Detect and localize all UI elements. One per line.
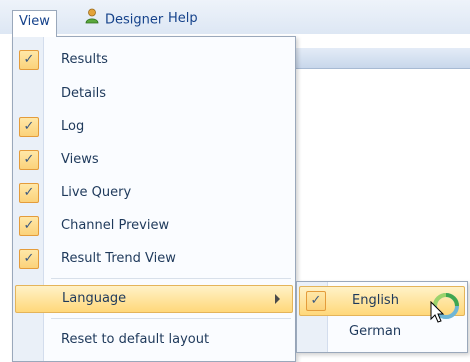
menu-item-label: Reset to default layout [61,332,210,347]
menu-item-views[interactable]: ✓ Views [13,147,295,173]
submenu-arrow-icon [275,294,280,304]
menu-separator [51,318,291,319]
panel-header [281,48,470,69]
submenu-item-label: English [352,293,399,308]
checkmark-icon: ✓ [19,117,39,137]
checkmark-icon: ✓ [19,183,39,203]
menu-item-details[interactable]: Details [13,81,295,107]
view-menu-dropdown: ✓ Results Details ✓ Log ✓ Views ✓ Live Q… [12,36,296,362]
menu-item-label: Live Query [61,185,132,200]
checkmark-icon: ✓ [19,249,39,269]
menu-item-label: Views [61,152,99,167]
menu-help-label: Help [168,11,198,26]
menu-item-reset-layout[interactable]: Reset to default layout [13,327,295,353]
menu-designer-label: Designer [105,12,164,28]
mouse-cursor-icon [430,300,446,329]
menu-item-label: Details [61,86,107,101]
menu-item-label: Channel Preview [61,218,170,233]
menu-help[interactable]: Help [162,8,204,32]
checkmark-icon: ✓ [19,150,39,170]
menu-item-results[interactable]: ✓ Results [13,47,295,73]
checkmark-icon: ✓ [306,291,326,311]
menu-item-channel-preview[interactable]: ✓ Channel Preview [13,213,295,239]
menu-item-label: Language [62,291,127,306]
background-panel [280,48,470,296]
menu-separator [51,278,291,279]
menu-item-language[interactable]: Language [15,285,293,313]
menu-view-label: View [19,14,50,29]
checkmark-icon: ✓ [19,50,39,70]
menu-view[interactable]: View [12,10,57,37]
menu-item-label: Log [61,119,85,134]
menu-item-label: Results [61,52,108,67]
checkmark-icon: ✓ [19,216,39,236]
menu-item-result-trend-view[interactable]: ✓ Result Trend View [13,246,295,272]
submenu-item-label: German [349,324,402,339]
menu-designer[interactable]: Designer [78,8,169,32]
user-icon [84,8,100,32]
menu-item-label: Result Trend View [61,251,176,266]
menu-item-log[interactable]: ✓ Log [13,114,295,140]
menu-item-live-query[interactable]: ✓ Live Query [13,180,295,206]
menubar: View Designer Help [0,0,470,37]
